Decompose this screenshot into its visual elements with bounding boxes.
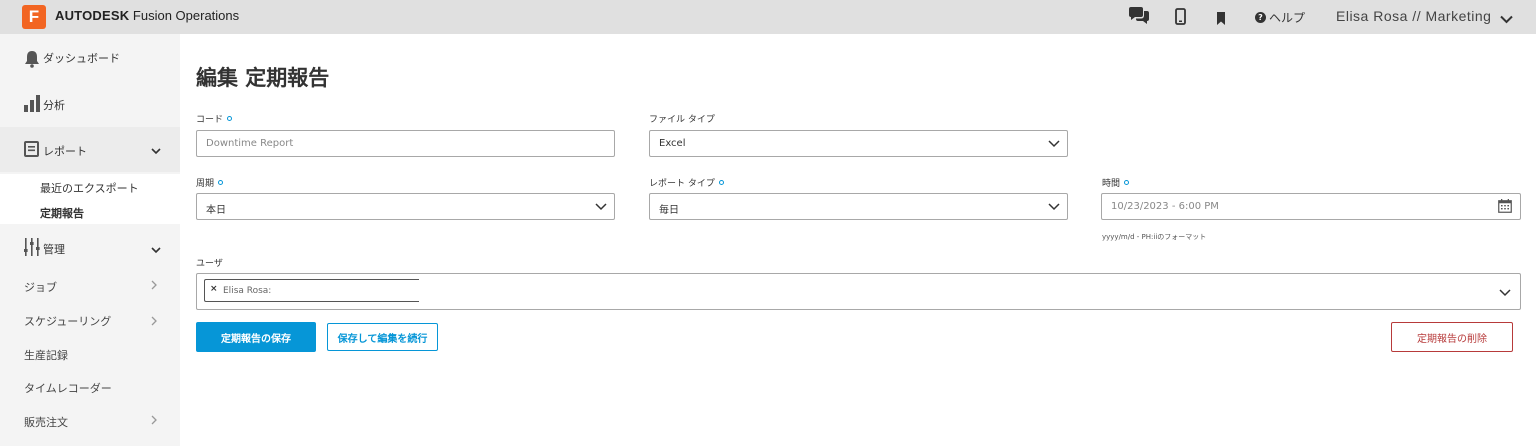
report-type-label: レポート タイプ: [649, 176, 724, 189]
required-indicator-icon: [218, 180, 224, 185]
file-type-label-text: ファイル タイプ: [649, 115, 715, 125]
brand-bold: AUTODESK: [55, 8, 130, 23]
sidebar-item-label: スケジューリング: [24, 315, 112, 328]
sidebar-item-sales-orders[interactable]: 販売注文: [0, 414, 180, 430]
bar-chart-icon: [24, 94, 40, 115]
sidebar-item-label: 管理: [43, 243, 65, 256]
sidebar-item-scheduled-reports[interactable]: 定期報告: [0, 199, 180, 224]
remove-tag-icon[interactable]: ×: [210, 284, 218, 294]
chevron-down-icon: [1048, 203, 1060, 214]
required-indicator-icon: [718, 180, 724, 185]
calendar-icon[interactable]: [1498, 199, 1512, 216]
sidebar-item-recent-exports[interactable]: 最近のエクスポート: [0, 174, 180, 199]
sidebar-item-jobs[interactable]: ジョブ: [0, 279, 180, 295]
chevron-right-icon: [151, 316, 157, 329]
sidebar-item-label: 最近のエクスポート: [40, 182, 139, 195]
code-label-text: コード: [196, 115, 224, 125]
code-input[interactable]: Downtime Report: [196, 130, 615, 157]
sidebar-item-label: 分析: [43, 99, 65, 112]
bell-icon: [24, 50, 40, 71]
sidebar-item-time-recorder[interactable]: タイムレコーダー: [0, 380, 180, 396]
mobile-icon[interactable]: [1175, 8, 1186, 29]
report-icon: [24, 141, 39, 160]
report-type-select[interactable]: 毎日: [649, 193, 1068, 220]
file-type-label: ファイル タイプ: [649, 112, 715, 125]
time-input-placeholder: 10/23/2023 - 6:00 PM: [1111, 201, 1219, 212]
save-button[interactable]: 定期報告の保存: [196, 322, 316, 352]
sidebar-item-label: 販売注文: [24, 416, 68, 429]
help-icon: ?: [1255, 12, 1266, 23]
sidebar-item-admin[interactable]: 管理: [0, 236, 180, 258]
user-tag: × Elisa Rosa:: [204, 279, 419, 302]
delete-button[interactable]: 定期報告の削除: [1391, 322, 1513, 352]
chevron-down-icon[interactable]: [1500, 9, 1513, 28]
period-value: 本日: [206, 205, 226, 216]
sidebar: ダッシュボード 分析 レポート 最近のエクスポート 定期報告 管理 ジョブ スケ…: [0, 34, 180, 446]
sidebar-item-production-records[interactable]: 生産記録: [0, 347, 180, 363]
users-label: ユーザ: [196, 256, 223, 269]
chevron-down-icon: [151, 145, 161, 158]
report-type-value: 毎日: [659, 205, 679, 216]
sidebar-item-label: 定期報告: [40, 207, 84, 220]
brand-name: AUTODESK Fusion Operations: [55, 8, 239, 23]
file-type-select[interactable]: Excel: [649, 130, 1068, 157]
chevron-down-icon: [1048, 140, 1060, 151]
users-label-text: ユーザ: [196, 259, 223, 269]
chevron-down-icon: [1499, 289, 1511, 300]
period-select[interactable]: 本日: [196, 193, 615, 220]
help-label: ヘルプ: [1269, 11, 1306, 25]
chevron-right-icon: [151, 415, 157, 428]
user-menu[interactable]: Elisa Rosa // Marketing: [1336, 8, 1491, 24]
sidebar-item-label: ダッシュボード: [43, 52, 120, 65]
top-bar: F AUTODESK Fusion Operations ? ヘルプ Elisa…: [0, 0, 1536, 34]
time-label-text: 時間: [1102, 179, 1121, 189]
brand-product: Fusion Operations: [129, 8, 240, 23]
sidebar-item-scheduling[interactable]: スケジューリング: [0, 313, 180, 329]
sliders-icon: [24, 238, 40, 259]
sidebar-item-label: タイムレコーダー: [24, 382, 112, 395]
sidebar-item-dashboard[interactable]: ダッシュボード: [0, 48, 180, 68]
chevron-right-icon: [151, 280, 157, 293]
time-format-hint: yyyy/m/d - PH:iiのフォーマット: [1102, 233, 1207, 241]
period-label-text: 周期: [196, 179, 215, 189]
save-and-continue-button[interactable]: 保存して編集を続行: [327, 323, 438, 351]
file-type-value: Excel: [659, 138, 686, 149]
fusion-logo[interactable]: F: [22, 5, 46, 29]
sidebar-item-label: レポート: [43, 145, 87, 158]
bookmark-icon[interactable]: [1216, 10, 1226, 29]
help-menu[interactable]: ? ヘルプ: [1255, 9, 1305, 26]
chevron-down-icon: [595, 203, 607, 214]
sidebar-item-analytics[interactable]: 分析: [0, 93, 180, 115]
chevron-down-icon: [151, 244, 161, 257]
sidebar-item-reports[interactable]: レポート: [0, 127, 180, 172]
period-label: 周期: [196, 176, 224, 189]
sidebar-item-label: ジョブ: [24, 281, 57, 294]
sidebar-item-label: 生産記録: [24, 349, 68, 362]
code-label: コード: [196, 112, 233, 125]
report-type-label-text: レポート タイプ: [649, 179, 715, 189]
required-indicator-icon: [1124, 180, 1130, 185]
page-title: 編集 定期報告: [196, 66, 330, 90]
required-indicator-icon: [227, 116, 233, 121]
chat-icon[interactable]: [1128, 7, 1150, 29]
code-input-placeholder: Downtime Report: [206, 138, 294, 149]
time-label: 時間: [1102, 176, 1130, 189]
user-tag-label: Elisa Rosa:: [223, 286, 272, 296]
time-input[interactable]: 10/23/2023 - 6:00 PM: [1101, 193, 1521, 220]
